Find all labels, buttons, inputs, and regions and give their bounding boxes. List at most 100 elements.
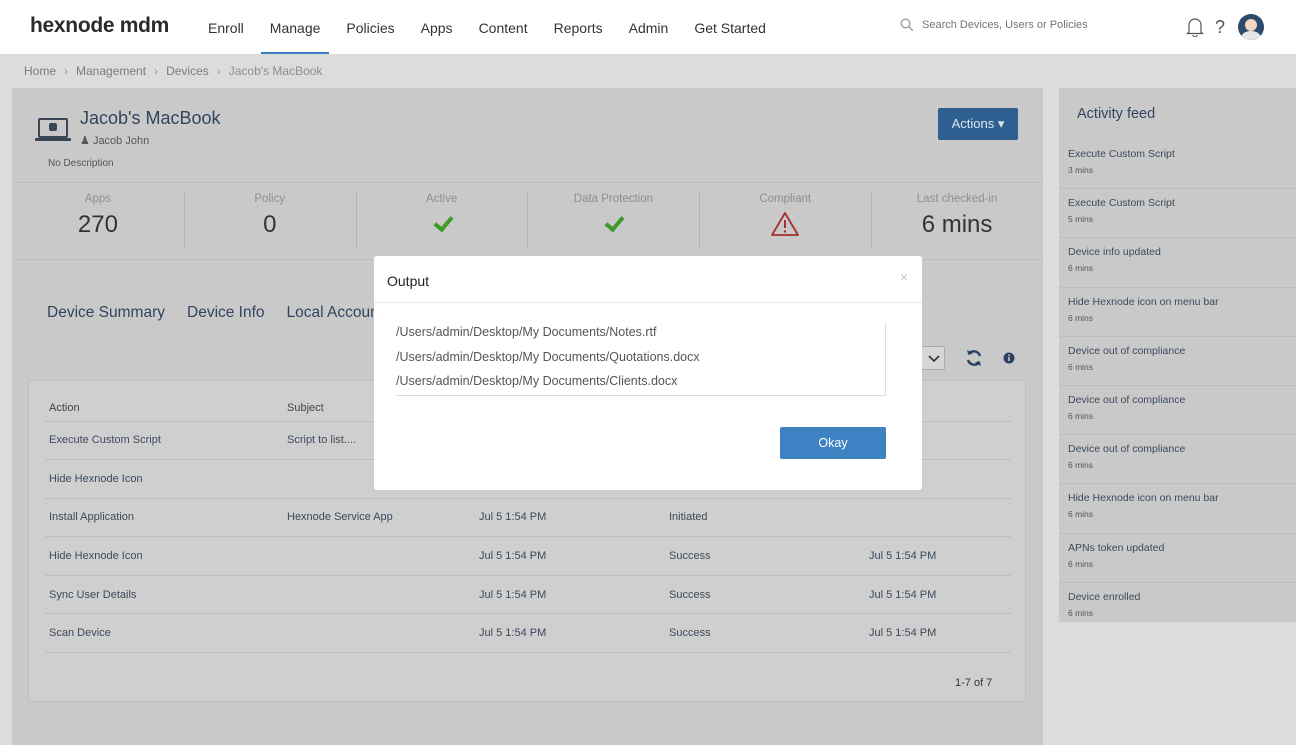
cell-completed: Jul 5 1:54 PM (865, 613, 1011, 654)
list-item[interactable]: Device out of compliance 6 mins (1059, 435, 1296, 485)
table-row[interactable]: Hide Hexnode Icon Jul 5 1:54 PM Success … (45, 536, 1011, 576)
list-item[interactable]: APNs token updated 6 mins (1059, 534, 1296, 583)
list-item[interactable]: Execute Custom Script 3 mins (1059, 140, 1296, 190)
cell-action: Hide Hexnode Icon (45, 459, 283, 499)
modal-header: Output × (374, 256, 922, 303)
cell-status: Initiated (665, 498, 865, 538)
feed-time: 6 mins (1068, 312, 1094, 323)
list-item[interactable]: Device enrolled 6 mins (1059, 583, 1296, 622)
logo[interactable]: hexnode mdm (30, 14, 169, 38)
nav-admin[interactable]: Admin (616, 0, 682, 54)
list-item[interactable]: Hide Hexnode icon on menu bar 6 mins (1059, 484, 1296, 534)
nav-get-started[interactable]: Get Started (681, 0, 779, 54)
top-icons: ? (1186, 14, 1264, 40)
bell-icon[interactable] (1186, 17, 1204, 37)
actions-button[interactable]: Actions ▾ (938, 108, 1018, 140)
cell-subject (283, 575, 475, 615)
nav-manage[interactable]: Manage (257, 0, 334, 54)
feed-time: 6 mins (1068, 361, 1094, 372)
list-item[interactable]: Hide Hexnode icon on menu bar 6 mins (1059, 288, 1296, 337)
feed-time: 6 mins (1068, 263, 1094, 274)
activity-list: Execute Custom Script 3 mins Execute Cust… (1059, 140, 1296, 622)
cell-subject (283, 613, 475, 654)
breadcrumb-devices[interactable]: Devices (166, 64, 209, 78)
list-item[interactable]: Device out of compliance 6 mins (1059, 386, 1296, 436)
feed-title: Device out of compliance (1068, 443, 1186, 456)
search-input[interactable] (922, 19, 1122, 31)
refresh-icon[interactable] (965, 349, 983, 367)
feed-time: 6 mins (1068, 558, 1094, 569)
stat-apps[interactable]: Apps 270 (12, 183, 184, 259)
nav-policies[interactable]: Policies (333, 0, 407, 54)
output-text-area[interactable]: /Users/admin/Desktop/My Documents/Notes.… (396, 323, 886, 396)
device-stats: Apps 270 Policy 0 Active Data Protection… (12, 182, 1043, 260)
stat-label: Policy (254, 193, 286, 205)
device-description: No Description (48, 158, 114, 169)
nav-apps[interactable]: Apps (408, 0, 466, 54)
stat-label: Active (425, 193, 458, 205)
feed-time: 6 mins (1068, 509, 1094, 520)
laptop-icon (35, 118, 71, 141)
info-icon[interactable] (1003, 352, 1015, 364)
search-icon (900, 18, 914, 32)
check-icon (432, 213, 452, 233)
avatar[interactable] (1238, 14, 1264, 40)
close-icon[interactable]: × (900, 269, 908, 285)
cell-completed: Jul 5 1:54 PM (865, 575, 1011, 615)
feed-title: Device out of compliance (1068, 344, 1186, 357)
breadcrumb: Home › Management › Devices › Jacob's Ma… (24, 64, 322, 78)
cell-time: Jul 5 1:54 PM (475, 575, 665, 615)
stat-data-protection: Data Protection (527, 183, 699, 259)
stat-value: 270 (77, 211, 118, 238)
stat-policy[interactable]: Policy 0 (183, 183, 356, 259)
table-row[interactable]: Install Application Hexnode Service App … (45, 498, 1011, 538)
breadcrumb-management[interactable]: Management (76, 64, 146, 78)
cell-completed (865, 498, 1011, 538)
stat-label: Data Protection (573, 193, 654, 205)
tab-device-summary[interactable]: Device Summary (47, 304, 165, 322)
top-nav: hexnode mdm Enroll Manage Policies Apps … (0, 0, 1296, 54)
tab-device-info[interactable]: Device Info (187, 304, 265, 322)
nav-reports[interactable]: Reports (541, 0, 616, 54)
feed-title: Hide Hexnode icon on menu bar (1068, 492, 1219, 505)
check-icon (603, 213, 623, 233)
okay-button[interactable]: Okay (780, 427, 886, 459)
cell-subject: Hexnode Service App (283, 498, 475, 538)
cell-action: Scan Device (45, 613, 283, 654)
modal-title: Output (387, 273, 430, 289)
feed-time: 6 mins (1068, 460, 1094, 471)
feed-time: 5 mins (1068, 214, 1094, 225)
device-user-name: Jacob John (92, 135, 150, 147)
list-item[interactable]: Execute Custom Script 5 mins (1059, 189, 1296, 239)
stat-compliant[interactable]: Compliant (699, 183, 871, 259)
chevron-right-icon: › (64, 64, 69, 78)
cell-status: Success (665, 536, 865, 576)
chevron-right-icon: › (216, 64, 221, 78)
cell-action: Sync User Details (45, 575, 283, 615)
stat-label: Apps (84, 193, 112, 205)
cell-action: Execute Custom Script (45, 421, 283, 461)
breadcrumb-home[interactable]: Home (24, 64, 56, 78)
device-header: Jacob's MacBook ♟ Jacob John No Descript… (12, 88, 1043, 182)
stat-label: Compliant (759, 193, 812, 205)
device-tabs: Device Summary Device Info Local Account… (47, 304, 391, 322)
nav-enroll[interactable]: Enroll (195, 0, 257, 54)
list-item[interactable]: Device info updated 6 mins (1059, 238, 1296, 288)
pagination-info: 1-7 of 7 (955, 677, 993, 689)
stat-active: Active (355, 183, 528, 259)
help-icon[interactable]: ? (1214, 17, 1228, 37)
cell-action: Install Application (45, 498, 283, 538)
search-bar (900, 18, 1122, 32)
stat-value: 6 mins (921, 211, 993, 238)
feed-title: Execute Custom Script (1068, 197, 1175, 210)
table-row[interactable]: Sync User Details Jul 5 1:54 PM Success … (45, 575, 1011, 615)
activity-feed-title: Activity feed (1077, 106, 1156, 122)
chevron-down-icon (928, 355, 940, 363)
table-row[interactable]: Scan Device Jul 5 1:54 PM Success Jul 5 … (45, 613, 1011, 654)
col-action[interactable]: Action (45, 395, 283, 422)
cell-time: Jul 5 1:54 PM (475, 613, 665, 654)
nav-content[interactable]: Content (466, 0, 541, 54)
list-item[interactable]: Device out of compliance 6 mins (1059, 337, 1296, 386)
warning-icon (771, 212, 800, 236)
feed-title: APNs token updated (1068, 541, 1165, 554)
